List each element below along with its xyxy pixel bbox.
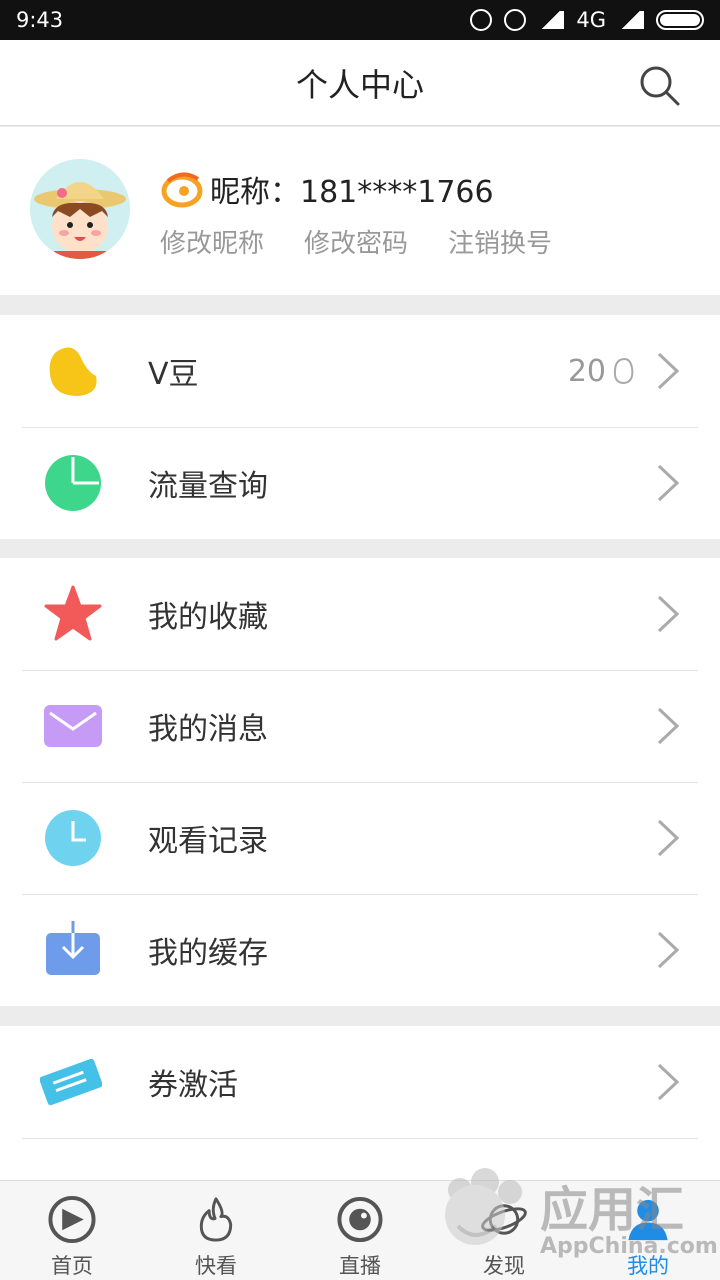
profile-card: 昵称：181****1766 修改昵称 修改密码 注销换号 (0, 127, 720, 295)
edit-nickname-link[interactable]: 修改昵称 (160, 223, 264, 260)
planet-icon (481, 1204, 527, 1235)
tab-mine[interactable]: 我的 (576, 1181, 720, 1280)
change-password-link[interactable]: 修改密码 (304, 223, 408, 260)
menu-label: 流量查询 (148, 469, 268, 504)
vbeans-count: 20 (568, 354, 636, 389)
tab-live[interactable]: 直播 (288, 1181, 432, 1280)
tab-label: 首页 (51, 1254, 93, 1278)
menu-label: 我的缓存 (148, 936, 268, 971)
menu-label: 券激活 (148, 1068, 238, 1103)
header: 个人中心 (0, 40, 720, 126)
clock-icon (45, 810, 101, 866)
tab-discover[interactable]: 发现 (432, 1181, 576, 1280)
avatar-image (30, 159, 130, 259)
signal-icon-2 (618, 11, 644, 29)
download-icon (46, 921, 100, 975)
play-icon (48, 1195, 96, 1244)
battery-icon (656, 10, 704, 30)
menu-group-other: 券激活 (0, 1026, 720, 1180)
flame-icon (199, 1197, 233, 1242)
signal-icon (538, 11, 565, 29)
tab-label: 快看 (195, 1254, 237, 1278)
bean-icon (49, 347, 97, 396)
tab-label: 发现 (483, 1254, 525, 1278)
tab-quicklook[interactable]: 快看 (144, 1181, 288, 1280)
menu-item-traffic[interactable]: 流量查询 (0, 427, 720, 539)
status-icons: 4G (470, 8, 704, 32)
star-icon (44, 585, 102, 641)
chevron-right-icon (657, 464, 680, 502)
tab-label: 直播 (339, 1254, 381, 1278)
bean-small-icon (613, 358, 634, 385)
menu-group-personal: 我的收藏 我的消息 观看记录 我的缓存 (0, 558, 720, 1006)
chevron-right-icon (657, 352, 680, 390)
page-title: 个人中心 (295, 65, 424, 104)
menu-item-cache[interactable]: 我的缓存 (0, 894, 720, 1006)
menu-item-partial[interactable] (0, 1138, 720, 1180)
menu-item-favorites[interactable]: 我的收藏 (0, 558, 720, 670)
profile-actions: 修改昵称 修改密码 注销换号 (160, 223, 552, 260)
tab-home[interactable]: 首页 (0, 1181, 144, 1280)
search-icon[interactable] (638, 64, 680, 106)
chevron-right-icon (657, 595, 680, 633)
status-time: 9:43 (16, 8, 64, 32)
avatar[interactable] (30, 159, 130, 259)
menu-item-coupon[interactable]: 券激活 (0, 1026, 720, 1138)
menu-item-messages[interactable]: 我的消息 (0, 670, 720, 782)
nickname: 昵称：181****1766 (210, 175, 494, 210)
status-bar: 9:43 4G (0, 0, 720, 40)
eye-icon (337, 1196, 383, 1243)
tab-label: 我的 (627, 1254, 669, 1278)
pie-chart-icon (45, 455, 101, 511)
bottom-tab-bar: 首页 快看 直播 发现 我的 (0, 1180, 720, 1280)
chevron-right-icon (657, 819, 680, 857)
ticket-icon (40, 1058, 102, 1106)
person-icon (628, 1199, 668, 1241)
menu-group-account: V豆 20 流量查询 (0, 315, 720, 539)
menu-label: 观看记录 (148, 824, 268, 859)
menu-item-history[interactable]: 观看记录 (0, 782, 720, 894)
chevron-right-icon (657, 707, 680, 745)
menu-label: V豆 (148, 357, 199, 392)
network-type: 4G (576, 8, 606, 32)
logout-switch-link[interactable]: 注销换号 (448, 223, 552, 260)
partial-item-icon (44, 1165, 102, 1180)
envelope-icon (44, 705, 102, 747)
vbeans-value: 20 (567, 353, 606, 389)
brand-logo-icon (161, 172, 203, 208)
chevron-right-icon (657, 931, 680, 969)
menu-label: 我的收藏 (148, 600, 268, 635)
menu-label: 我的消息 (148, 712, 268, 747)
chevron-right-icon (657, 1063, 680, 1101)
alarm-icon (504, 9, 527, 31)
menu-item-vbeans[interactable]: V豆 20 (0, 315, 720, 427)
nickname-row: 昵称：181****1766 (160, 167, 494, 211)
mute-icon (470, 9, 493, 31)
